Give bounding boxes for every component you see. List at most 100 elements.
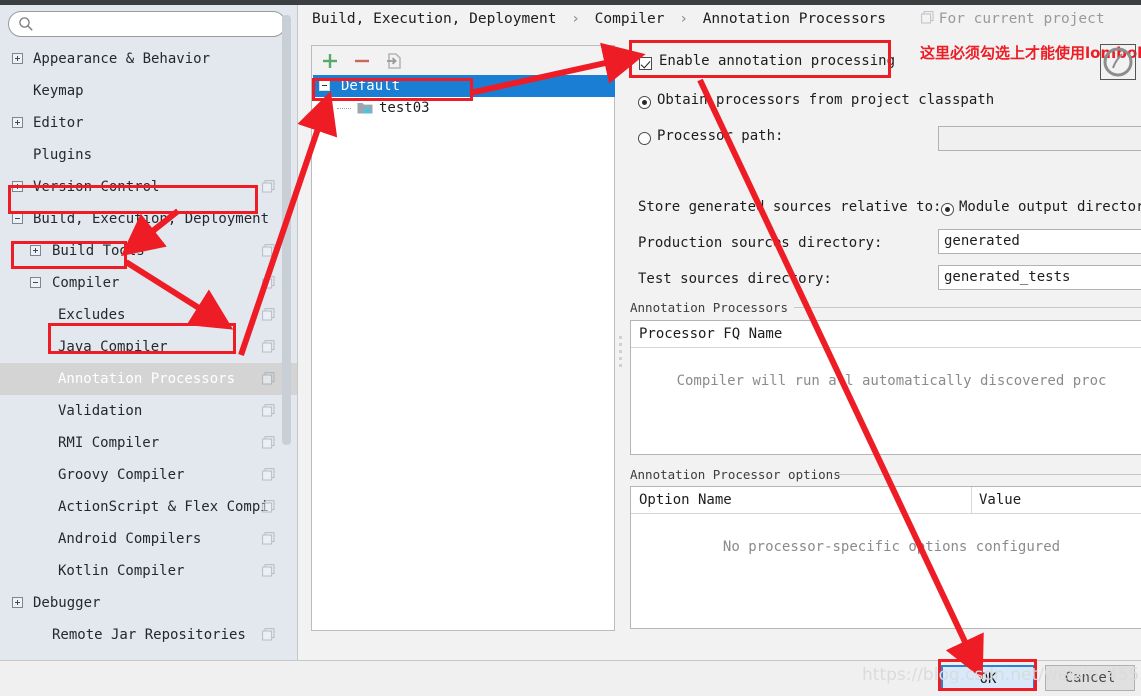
copy-icon xyxy=(262,340,275,353)
add-profile-button[interactable] xyxy=(320,51,340,71)
sidebar-item-appearance-behavior[interactable]: Appearance & Behavior xyxy=(0,43,297,75)
move-to-profile-button[interactable] xyxy=(384,51,404,71)
collapse-icon[interactable] xyxy=(12,213,23,224)
copy-icon xyxy=(262,276,275,289)
obtain-from-classpath-label[interactable]: Obtain processors from project classpath xyxy=(657,92,994,108)
scope-label: For current project xyxy=(938,11,1105,27)
sidebar-item-android-compilers[interactable]: Android Compilers xyxy=(0,523,297,555)
enable-annotation-processing-label[interactable]: Enable annotation processing xyxy=(659,53,895,69)
sidebar-item-label: Kotlin Compiler xyxy=(58,563,185,579)
processor-options-group-title: Annotation Processor options xyxy=(630,467,841,482)
remove-profile-button[interactable] xyxy=(352,51,372,71)
panel-splitter[interactable] xyxy=(619,336,623,367)
ok-button[interactable]: OK xyxy=(941,665,1035,691)
profile-name: Default xyxy=(341,78,401,94)
profile-child-name: test03 xyxy=(379,100,430,116)
processors-column-fqname: Processor FQ Name xyxy=(639,326,783,342)
sidebar-item-kotlin-compiler[interactable]: Kotlin Compiler xyxy=(0,555,297,587)
sidebar-item-groovy-compiler[interactable]: Groovy Compiler xyxy=(0,459,297,491)
tree-connector xyxy=(337,108,351,109)
options-column-value: Value xyxy=(979,492,1022,508)
search-input[interactable] xyxy=(38,14,282,36)
sidebar-item-label: Editor xyxy=(33,115,84,131)
annotation-processors-settings: Enable annotation processing Obtain proc… xyxy=(628,45,1141,631)
group-divider-1 xyxy=(794,307,1141,308)
copy-icon xyxy=(262,436,275,449)
expand-icon[interactable] xyxy=(12,117,23,128)
sidebar-item-label: RMI Compiler xyxy=(58,435,160,451)
sidebar-scrollbar[interactable] xyxy=(282,15,291,445)
sidebar-item-rmi-compiler[interactable]: RMI Compiler xyxy=(0,427,297,459)
expand-icon[interactable] xyxy=(12,53,23,64)
cancel-button[interactable]: Cancel xyxy=(1045,665,1135,691)
sidebar-tree: Appearance & Behavior Keymap Editor Plugins… xyxy=(0,43,297,660)
sidebar-item-compiler[interactable]: Compiler xyxy=(0,267,297,299)
module-folder-icon xyxy=(357,103,373,114)
sidebar-item-label: Validation xyxy=(58,403,143,419)
copy-icon xyxy=(262,628,275,641)
breadcrumb-item-1[interactable]: Compiler xyxy=(595,11,665,27)
sidebar-item-validation[interactable]: Validation xyxy=(0,395,297,427)
sidebar-item-label: Remote Jar Repositories xyxy=(52,627,246,643)
sidebar-item-keymap[interactable]: Keymap xyxy=(0,75,297,107)
sidebar-item-build-execution-deployment[interactable]: Build, Execution, Deployment xyxy=(0,203,297,235)
breadcrumb-item-0[interactable]: Build, Execution, Deployment xyxy=(312,11,556,27)
processors-table-empty-text: Compiler will run all automatically disc… xyxy=(676,373,1107,389)
test-sources-input[interactable]: generated_tests xyxy=(938,265,1141,290)
expand-icon[interactable] xyxy=(30,245,41,256)
sidebar-item-java-compiler[interactable]: Java Compiler xyxy=(0,331,297,363)
sidebar-item-editor[interactable]: Editor xyxy=(0,107,297,139)
module-output-directory-radio[interactable] xyxy=(941,203,954,216)
sidebar-item-deployment[interactable]: Deployment xyxy=(0,651,297,660)
enable-annotation-processing-checkbox[interactable] xyxy=(639,57,652,70)
sidebar-item-label: Annotation Processors xyxy=(58,371,236,387)
copy-icon xyxy=(262,244,275,257)
breadcrumb-item-2: Annotation Processors xyxy=(702,11,887,27)
module-output-directory-label[interactable]: Module output directory xyxy=(959,199,1141,215)
sidebar-item-label: Appearance & Behavior xyxy=(33,51,211,67)
sidebar-item-actionscript-flex-compi[interactable]: ActionScript & Flex Compi xyxy=(0,491,297,523)
options-column-name: Option Name xyxy=(639,492,732,508)
expand-icon[interactable] xyxy=(12,181,23,192)
processor-path-label[interactable]: Processor path: xyxy=(657,128,783,144)
processors-table[interactable]: Processor FQ Name Compiler will run all … xyxy=(630,320,1141,455)
copy-icon xyxy=(262,532,275,545)
sidebar-item-label: Deployment xyxy=(33,651,117,660)
copy-icon xyxy=(920,11,934,24)
copy-icon xyxy=(262,404,275,417)
expand-icon[interactable] xyxy=(12,597,23,608)
sidebar-item-build-tools[interactable]: Build Tools xyxy=(0,235,297,267)
sidebar-item-debugger[interactable]: Debugger xyxy=(0,587,297,619)
sidebar-item-plugins[interactable]: Plugins xyxy=(0,139,297,171)
footer-bar: OK Cancel xyxy=(0,661,1141,696)
sidebar-item-remote-jar-repositories[interactable]: Remote Jar Repositories xyxy=(0,619,297,651)
production-sources-label: Production sources directory: xyxy=(638,235,883,251)
processors-table-header: Processor FQ Name xyxy=(631,321,1141,348)
production-sources-input[interactable]: generated xyxy=(938,229,1141,254)
sidebar-search[interactable] xyxy=(8,11,286,37)
sidebar-item-label: Android Compilers xyxy=(58,531,202,547)
collapse-toggle-icon[interactable] xyxy=(319,80,330,91)
sidebar-item-label: Excludes xyxy=(58,307,126,323)
group-divider-2 xyxy=(838,474,1141,475)
sidebar-item-label: Groovy Compiler xyxy=(58,467,185,483)
sidebar-item-version-control[interactable]: Version Control xyxy=(0,171,297,203)
processor-path-input[interactable] xyxy=(938,126,1141,151)
annotation-processors-group-title: Annotation Processors xyxy=(630,300,789,315)
search-icon xyxy=(19,17,33,31)
sidebar-item-label: Keymap xyxy=(33,83,84,99)
copy-icon xyxy=(262,180,275,193)
sidebar-item-label: Build Tools xyxy=(52,243,145,259)
processor-options-table[interactable]: Option Name Value No processor-specific … xyxy=(630,486,1141,629)
processor-path-radio[interactable] xyxy=(638,132,651,145)
collapse-icon[interactable] xyxy=(30,277,41,288)
copy-icon xyxy=(262,372,275,385)
obtain-from-classpath-radio[interactable] xyxy=(638,96,651,109)
sidebar-item-label: Compiler xyxy=(52,275,120,291)
processor-options-table-header: Option Name Value xyxy=(631,487,1141,514)
sidebar-item-label: Debugger xyxy=(33,595,101,611)
sidebar-item-annotation-processors[interactable]: Annotation Processors xyxy=(0,363,297,395)
profile-row-default[interactable]: Default xyxy=(313,75,615,97)
sidebar-item-label: Build, Execution, Deployment xyxy=(33,211,270,227)
sidebar-item-excludes[interactable]: Excludes xyxy=(0,299,297,331)
